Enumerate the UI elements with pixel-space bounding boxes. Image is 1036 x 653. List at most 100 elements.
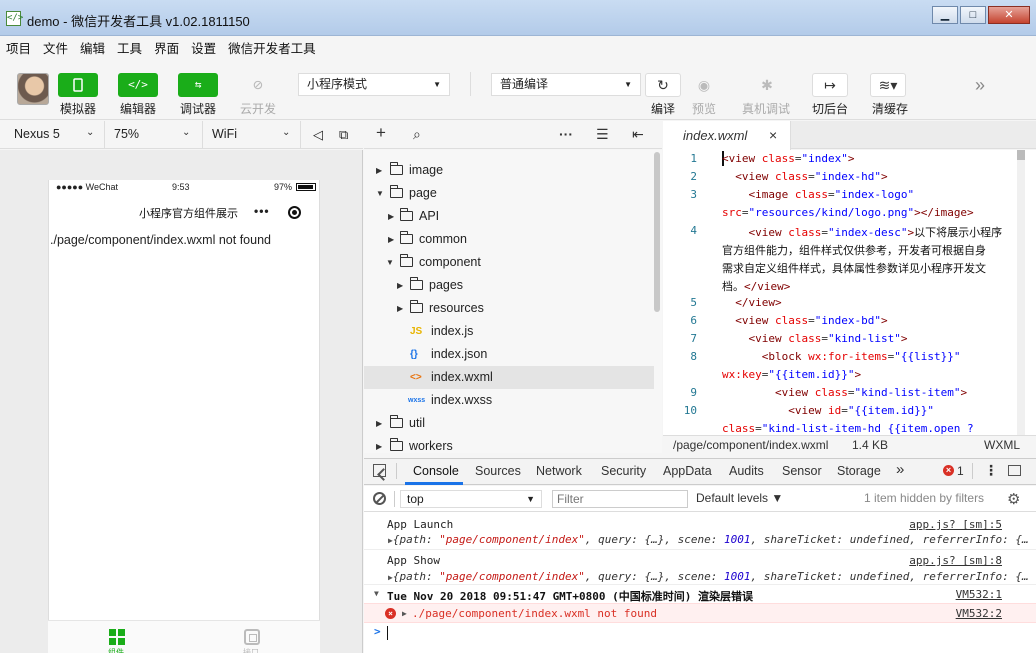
detach-window-icon[interactable]: ⧉ <box>339 127 348 143</box>
tree-file-index-wxss[interactable]: wxss index.wxss <box>364 389 654 412</box>
compile-mode-select[interactable]: 普通编译 ▼ <box>491 73 641 96</box>
minimize-button[interactable]: ▁ <box>932 6 958 24</box>
editor-tab-index-wxml[interactable]: index.wxml × <box>663 121 791 150</box>
tab-network[interactable]: Network <box>536 464 582 478</box>
menu-tools[interactable]: 工具 <box>117 38 142 57</box>
tree-file-index-json[interactable]: {} index.json <box>364 343 654 366</box>
console-filter-input[interactable] <box>552 490 688 508</box>
log-source-link[interactable]: VM532:1 <box>956 588 1002 601</box>
editor-scrollbar[interactable] <box>1017 150 1025 435</box>
log-object-detail[interactable]: ▶{path: "page/component/index", query: {… <box>388 533 1028 546</box>
page-title: 小程序官方组件展示 <box>139 208 238 220</box>
more-dots-icon[interactable]: ••• <box>254 204 270 218</box>
console-input-cursor[interactable] <box>387 626 388 640</box>
toolbar-more-button[interactable]: » <box>975 75 985 96</box>
log-group-render-error[interactable]: ▼ Tue Nov 20 2018 09:51:47 GMT+0800 (中国标… <box>364 584 1036 603</box>
tree-file-index-wxml[interactable]: <> index.wxml <box>364 366 654 389</box>
menu-project[interactable]: 项目 <box>6 38 31 57</box>
menu-file[interactable]: 文件 <box>43 38 68 57</box>
more-tabs-button[interactable]: » <box>896 461 904 478</box>
code-line-3-wrap: src="resources/kind/logo.png"></image> <box>722 206 974 219</box>
more-options-icon[interactable]: ··· <box>559 126 573 142</box>
error-icon[interactable]: × <box>943 465 954 476</box>
switch-background-button[interactable]: ↦ <box>812 73 848 97</box>
mode-select[interactable]: 小程序模式 ▼ <box>298 73 450 96</box>
tab-sensor[interactable]: Sensor <box>782 464 822 478</box>
components-tab-label: 组件 <box>108 648 124 653</box>
phone-icon <box>73 78 83 92</box>
toggle-panel-icon[interactable]: ⇤ <box>632 126 644 143</box>
context-value: top <box>407 492 424 506</box>
menu-settings[interactable]: 设置 <box>191 38 216 57</box>
chevron-down-icon: ⌄ <box>86 127 95 138</box>
gear-icon[interactable]: ⚙ <box>1007 490 1020 508</box>
menu-wechat-devtools[interactable]: 微信开发者工具 <box>228 38 316 57</box>
tree-file-index-js[interactable]: JS index.js <box>364 320 654 343</box>
avatar[interactable] <box>17 73 49 105</box>
collapse-all-icon[interactable]: ☰ <box>596 126 609 143</box>
log-levels-select[interactable]: Default levels ▼ <box>696 491 783 505</box>
devtools-menu-icon[interactable]: ⋮ <box>984 462 998 479</box>
close-tab-icon[interactable]: × <box>769 127 777 143</box>
editor-label: 编辑器 <box>119 102 156 116</box>
code-line-5: </view> <box>735 296 782 309</box>
mode-select-value: 小程序模式 <box>307 77 368 91</box>
search-icon[interactable]: ⌕ <box>413 126 421 143</box>
log-source-link[interactable]: app.js? [sm]:8 <box>909 554 1002 567</box>
tree-folder-pages[interactable]: ▶ pages <box>364 274 654 297</box>
code-line-10: <view id="{{item.id}}" <box>788 404 934 417</box>
tree-folder-image[interactable]: ▶ image <box>364 159 654 182</box>
maximize-button[interactable]: □ <box>960 6 986 24</box>
caret-right-icon[interactable]: ▶ <box>402 609 407 618</box>
tree-folder-page[interactable]: ▼ page <box>364 182 654 205</box>
close-window-button[interactable]: ✕ <box>988 6 1030 24</box>
clear-cache-button[interactable]: ≋▾ <box>870 73 906 97</box>
clear-console-icon[interactable] <box>373 492 386 505</box>
undock-icon[interactable] <box>1008 465 1021 476</box>
error-count[interactable]: 1 <box>957 464 964 478</box>
device-select[interactable]: Nexus 5 ⌄ <box>14 127 94 141</box>
remote-debug-button[interactable]: ✱ <box>749 73 785 97</box>
tree-label: page <box>409 186 437 200</box>
tree-folder-component[interactable]: ▼ component <box>364 251 654 274</box>
add-file-icon[interactable]: + <box>376 123 386 143</box>
simulator-toggle-button[interactable] <box>58 73 98 97</box>
components-tab-icon[interactable] <box>109 629 125 645</box>
tab-console[interactable]: Console <box>413 464 459 478</box>
debugger-toggle-button[interactable]: ⇆ <box>178 73 218 97</box>
tree-folder-common[interactable]: ▶ common <box>364 228 654 251</box>
zoom-select[interactable]: 75% ⌄ <box>114 127 194 141</box>
log-source-link[interactable]: app.js? [sm]:5 <box>909 518 1002 531</box>
tree-label: index.js <box>431 324 474 338</box>
speaker-icon[interactable]: ◁ <box>313 127 323 143</box>
inspect-element-icon[interactable] <box>373 464 386 477</box>
tree-folder-workers[interactable]: ▶ workers <box>364 435 654 453</box>
editor-toggle-button[interactable]: </> <box>118 73 158 97</box>
tab-security[interactable]: Security <box>601 464 646 478</box>
tab-appdata[interactable]: AppData <box>663 464 712 478</box>
tree-folder-resources[interactable]: ▶ resources <box>364 297 654 320</box>
caret-down-icon: ▼ <box>376 189 384 198</box>
tab-audits[interactable]: Audits <box>729 464 764 478</box>
menu-edit[interactable]: 编辑 <box>80 38 105 57</box>
api-tab-icon[interactable] <box>244 629 260 645</box>
code-editor[interactable]: 1 2 3 4 5 6 7 8 9 10 <view class="index"… <box>663 150 1036 435</box>
divider <box>396 463 397 479</box>
divider <box>394 491 395 507</box>
menu-view[interactable]: 界面 <box>154 38 179 57</box>
preview-button[interactable]: ◉ <box>686 73 722 97</box>
network-select[interactable]: WiFi ⌄ <box>212 127 292 141</box>
tree-folder-util[interactable]: ▶ util <box>364 412 654 435</box>
code-line-4-wrap-3: 档。</view> <box>722 280 791 293</box>
compile-button[interactable]: ↻ <box>645 73 681 97</box>
log-source-link[interactable]: VM532:2 <box>956 607 1002 620</box>
tab-storage[interactable]: Storage <box>837 464 881 478</box>
file-tree-scrollbar[interactable] <box>654 152 660 312</box>
context-select[interactable]: top ▼ <box>400 490 542 508</box>
tree-folder-api[interactable]: ▶ API <box>364 205 654 228</box>
debugger-icon: ⇆ <box>194 78 202 91</box>
cloud-dev-button[interactable]: ⊘ <box>238 73 278 97</box>
tab-sources[interactable]: Sources <box>475 464 521 478</box>
close-target-icon[interactable] <box>288 206 301 219</box>
log-object-detail[interactable]: ▶{path: "page/component/index", query: {… <box>388 570 1028 583</box>
